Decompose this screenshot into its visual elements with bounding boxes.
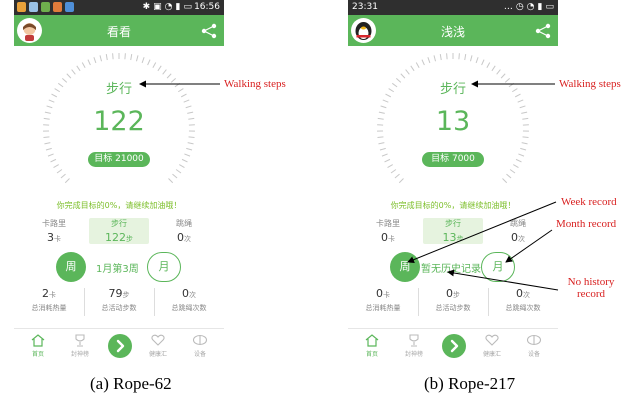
annotation-walking-steps-a: Walking steps: [224, 78, 286, 90]
annotation-line: No history: [567, 276, 615, 288]
arrow-no-history: [447, 269, 559, 291]
annotation-line: record: [576, 288, 606, 300]
annotation-arrows: [139, 80, 559, 291]
arrow-month-record: [505, 229, 553, 263]
annotation-no-history: No history record: [566, 276, 616, 300]
annotation-month-record: Month record: [556, 218, 617, 230]
annotation-walking-steps-b: Walking steps: [559, 78, 621, 90]
arrow-week-record: [407, 201, 557, 263]
caption-a: (a) Rope-62: [90, 374, 172, 393]
annotation-week-record: Week record: [561, 196, 617, 208]
caption-b: (b) Rope-217: [424, 374, 516, 393]
